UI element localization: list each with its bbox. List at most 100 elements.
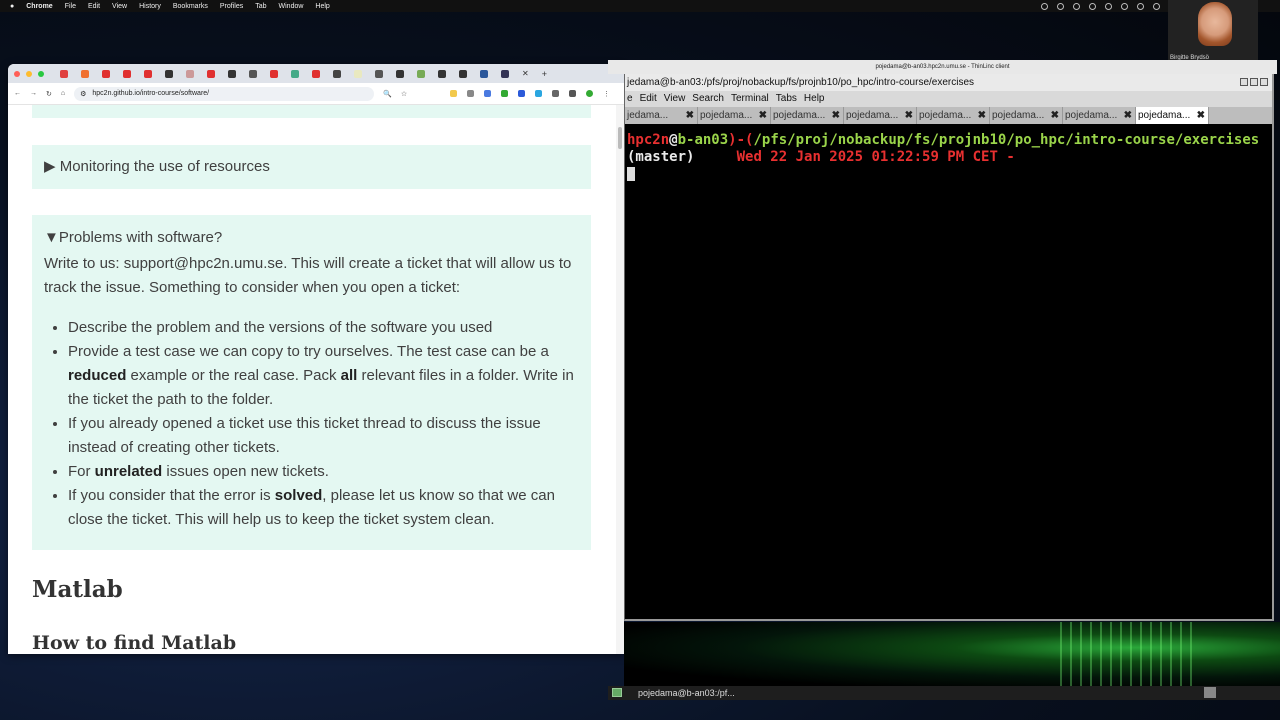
menu-terminal[interactable]: Terminal xyxy=(731,91,769,107)
close-tab-icon[interactable]: ✖ xyxy=(905,107,913,124)
forward-icon[interactable]: → xyxy=(30,90,37,97)
monitoring-summary[interactable]: ▶ Monitoring the use of resources xyxy=(44,157,579,177)
github-icon[interactable] xyxy=(165,69,173,78)
menu-edit[interactable]: Edit xyxy=(640,91,657,107)
extension-icon[interactable] xyxy=(518,90,525,97)
menu-view[interactable]: View xyxy=(664,91,686,107)
extension-icon[interactable] xyxy=(501,90,508,97)
close-tab-icon[interactable]: ✖ xyxy=(686,107,694,124)
app-menu[interactable]: Chrome xyxy=(26,3,52,10)
close-window-button[interactable] xyxy=(14,70,20,77)
tab-favicon[interactable] xyxy=(333,69,341,78)
tab-favicon[interactable] xyxy=(81,69,89,78)
close-icon[interactable] xyxy=(1260,78,1268,86)
extension-icon[interactable] xyxy=(450,90,457,97)
terminal-tab[interactable]: jedama... ✖ xyxy=(625,107,698,124)
tab-favicon[interactable] xyxy=(186,69,194,78)
address-bar[interactable]: ⚙ hpc2n.github.io/intro-course/software/ xyxy=(74,86,375,101)
menu-dots-icon[interactable]: ⋮ xyxy=(603,90,610,98)
terminal-tab[interactable]: pojedama... ✖ xyxy=(698,107,771,124)
close-tab-icon[interactable]: ✖ xyxy=(978,107,986,124)
page-scrollbar[interactable] xyxy=(616,105,624,654)
tray-icon[interactable] xyxy=(1121,2,1128,10)
menu-bookmarks[interactable]: Bookmarks xyxy=(173,3,208,10)
close-tab-icon[interactable]: ✕ xyxy=(522,69,529,78)
close-tab-icon[interactable]: ✖ xyxy=(1124,107,1132,124)
close-tab-icon[interactable]: ✖ xyxy=(1051,107,1059,124)
tray-icon[interactable] xyxy=(1105,2,1112,10)
terminal-app-icon[interactable] xyxy=(612,688,622,697)
menu-help[interactable]: Help xyxy=(315,3,329,10)
terminal-tab[interactable]: pojedama... ✖ xyxy=(917,107,990,124)
word-icon[interactable] xyxy=(480,69,488,78)
menu-history[interactable]: History xyxy=(139,3,161,10)
menu-file[interactable]: e xyxy=(627,91,633,107)
zoom-icon[interactable]: 🔍 xyxy=(383,90,392,98)
menu-file[interactable]: File xyxy=(65,3,76,10)
taskbar-item[interactable]: pojedama@b-an03:/pf... xyxy=(638,688,735,698)
reload-icon[interactable]: ↻ xyxy=(46,90,52,98)
terminal-tab[interactable]: pojedama... ✖ xyxy=(771,107,844,124)
tray-icon[interactable] xyxy=(1041,2,1048,10)
menu-tabs[interactable]: Tabs xyxy=(776,91,797,107)
close-tab-icon[interactable]: ✖ xyxy=(832,107,840,124)
tab-favicon[interactable] xyxy=(396,69,404,78)
menu-window[interactable]: Window xyxy=(279,3,304,10)
new-tab-button[interactable]: + xyxy=(542,69,547,79)
zoom-window-button[interactable] xyxy=(38,70,44,77)
menu-tab[interactable]: Tab xyxy=(255,3,266,10)
github-icon[interactable] xyxy=(228,69,236,78)
terminal-output[interactable]: hpc2n@b-an03)-(/pfs/proj/nobackup/fs/pro… xyxy=(625,124,1272,191)
menu-edit[interactable]: Edit xyxy=(88,3,100,10)
tab-favicon[interactable] xyxy=(249,69,257,78)
tab-favicon[interactable] xyxy=(354,69,362,78)
bookmark-star-icon[interactable]: ☆ xyxy=(401,90,407,98)
volume-icon[interactable] xyxy=(1137,2,1144,10)
tab-favicon[interactable] xyxy=(102,69,110,78)
minimize-icon[interactable] xyxy=(1240,78,1248,86)
tab-favicon[interactable] xyxy=(438,69,446,78)
tray-icon[interactable] xyxy=(1057,2,1064,10)
terminal-tab-active[interactable]: pojedama... ✖ xyxy=(1136,107,1209,124)
tray-icon[interactable] xyxy=(1073,2,1080,10)
tab-favicon[interactable] xyxy=(501,69,509,78)
tab-favicon[interactable] xyxy=(375,69,383,78)
apple-icon[interactable]: ● xyxy=(10,3,14,10)
close-tab-icon[interactable]: ✖ xyxy=(759,107,767,124)
home-icon[interactable]: ⌂ xyxy=(61,90,65,97)
tab-favicon[interactable] xyxy=(144,69,152,78)
terminal-tab[interactable]: pojedama... ✖ xyxy=(1063,107,1136,124)
tab-favicon[interactable] xyxy=(207,69,215,78)
reading-list-icon[interactable] xyxy=(569,90,576,97)
tab-favicon[interactable] xyxy=(60,69,68,78)
menu-view[interactable]: View xyxy=(112,3,127,10)
menu-help[interactable]: Help xyxy=(804,91,825,107)
menu-profiles[interactable]: Profiles xyxy=(220,3,243,10)
show-desktop-icon[interactable] xyxy=(1204,687,1216,698)
terminal-tab[interactable]: pojedama... ✖ xyxy=(844,107,917,124)
terminal-tab[interactable]: pojedama... ✖ xyxy=(990,107,1063,124)
tab-favicon[interactable] xyxy=(312,69,320,78)
problems-summary[interactable]: ▼Problems with software? xyxy=(44,228,579,248)
scrollbar-thumb[interactable] xyxy=(618,127,622,149)
profile-avatar[interactable] xyxy=(586,90,593,97)
tray-icon[interactable] xyxy=(1089,2,1096,10)
monitoring-details[interactable]: ▶ Monitoring the use of resources xyxy=(32,145,591,189)
extension-icon[interactable] xyxy=(484,90,491,97)
minimize-window-button[interactable] xyxy=(26,70,32,77)
previous-admonition xyxy=(32,105,591,118)
wifi-icon[interactable] xyxy=(1153,2,1160,10)
maximize-icon[interactable] xyxy=(1250,78,1258,86)
menu-search[interactable]: Search xyxy=(692,91,724,107)
site-info-icon[interactable]: ⚙ xyxy=(80,90,86,98)
extension-icon[interactable] xyxy=(467,90,474,97)
tab-favicon[interactable] xyxy=(123,69,131,78)
back-icon[interactable]: ← xyxy=(14,90,21,97)
extension-icon[interactable] xyxy=(535,90,542,97)
close-tab-icon[interactable]: ✖ xyxy=(1197,107,1205,124)
tab-favicon[interactable] xyxy=(291,69,299,78)
tab-favicon[interactable] xyxy=(417,69,425,78)
tab-favicon[interactable] xyxy=(270,69,278,78)
extensions-puzzle-icon[interactable] xyxy=(552,90,559,97)
tab-favicon[interactable] xyxy=(459,69,467,78)
